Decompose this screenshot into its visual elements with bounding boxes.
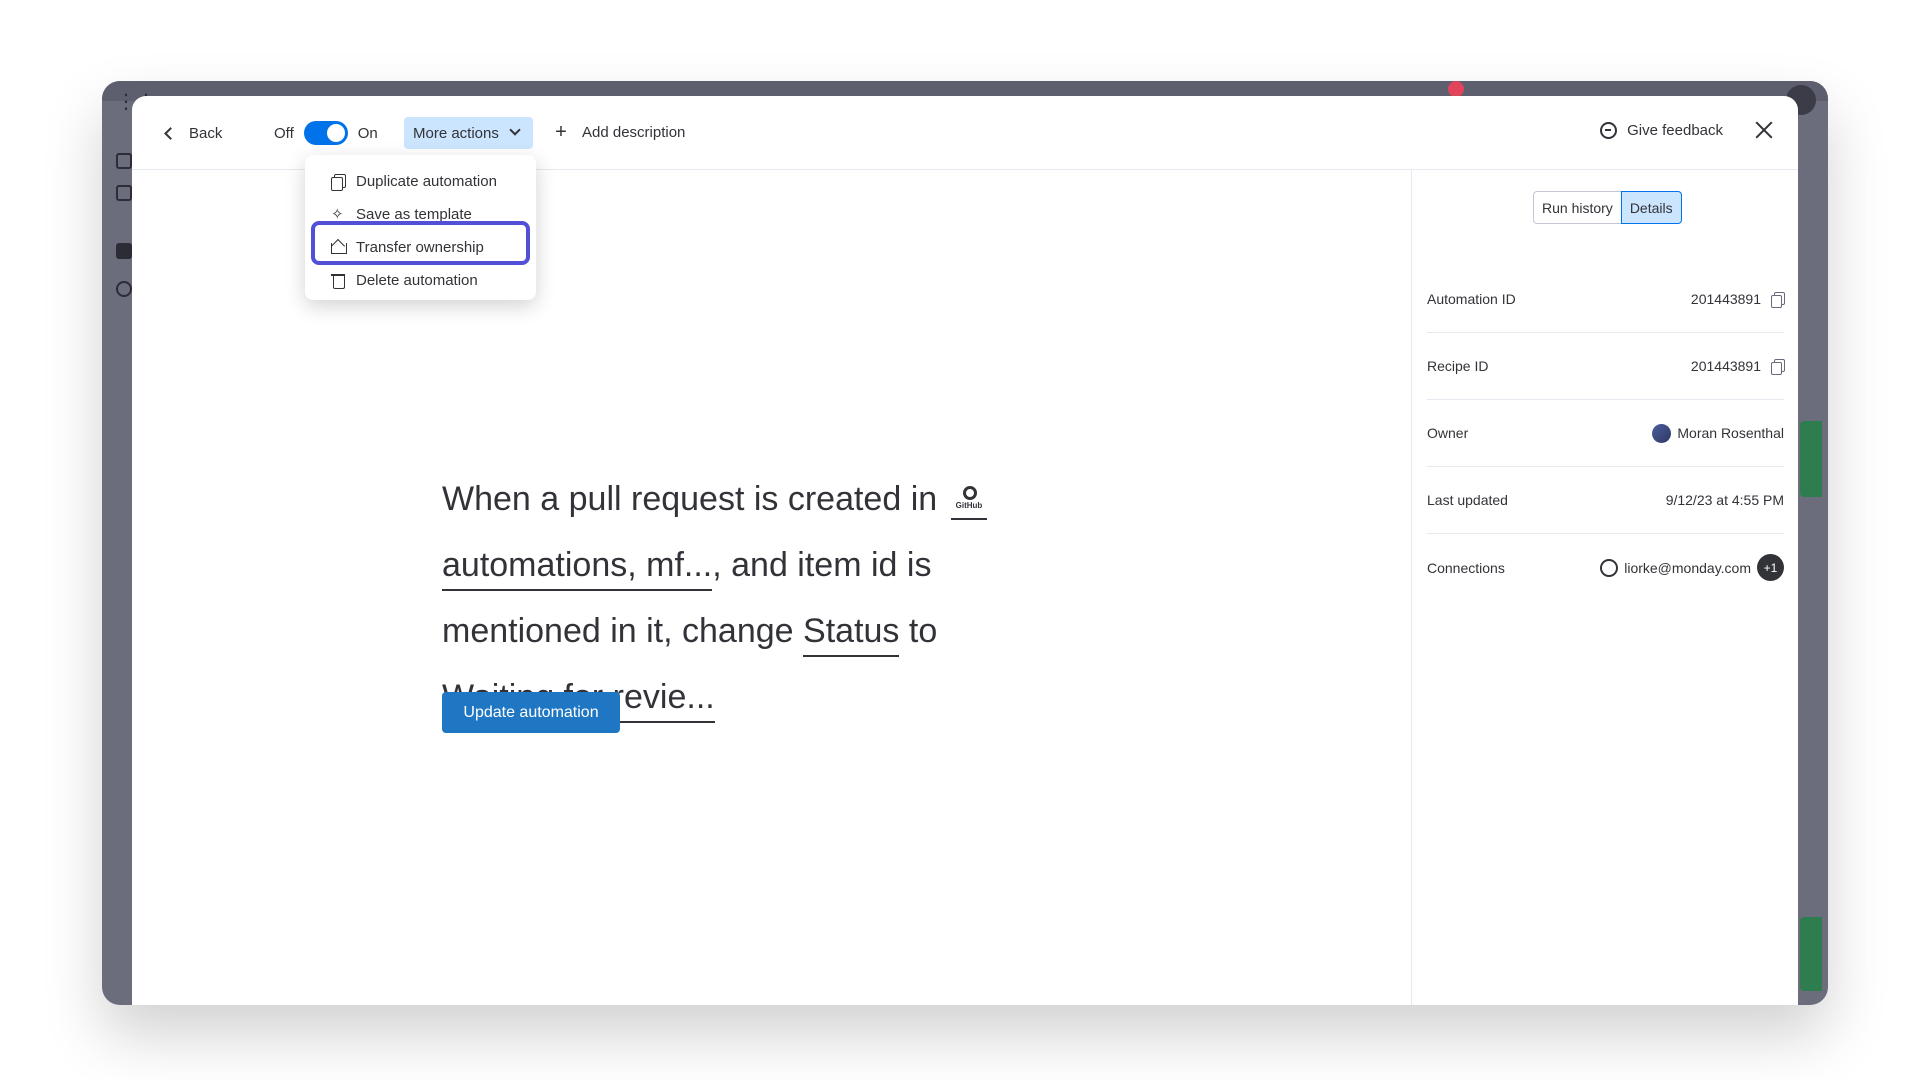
search-icon: [116, 281, 132, 297]
menu-item-duplicate-automation[interactable]: Duplicate automation: [305, 165, 536, 198]
recipe-id-value: 201443891: [1690, 358, 1761, 374]
menu-item-label: Delete automation: [356, 272, 478, 289]
automation-sentence: When a pull request is created in GitHub…: [442, 466, 1002, 730]
menu-item-label: Duplicate automation: [356, 173, 497, 190]
crown-icon: [331, 240, 347, 255]
back-button[interactable]: Back: [162, 122, 222, 144]
row-value-group: liorke@monday.com +1: [1600, 554, 1784, 581]
calendar-icon: [116, 185, 132, 201]
update-automation-button[interactable]: Update automation: [442, 692, 620, 733]
give-feedback-label: Give feedback: [1627, 122, 1723, 139]
back-label: Back: [189, 124, 223, 142]
copy-icon[interactable]: [1771, 292, 1785, 308]
sentence-text: mentioned in it, change: [442, 612, 794, 650]
row-value-group: 201443891: [1690, 291, 1785, 308]
sentence-text: When a pull request is created in: [442, 480, 938, 518]
feedback-icon: [1600, 122, 1618, 139]
row-value-group: Moran Rosenthal: [1652, 423, 1784, 443]
connections-row: Connections liorke@monday.com +1: [1427, 534, 1784, 601]
sentence-text: , and item id is: [712, 546, 932, 584]
plus-icon: +: [555, 121, 567, 143]
workspace-icon: [116, 243, 132, 259]
duplicate-icon: [331, 174, 346, 191]
row-label: Recipe ID: [1427, 358, 1489, 374]
chevron-down-icon: [509, 124, 521, 136]
more-actions-label: More actions: [413, 124, 499, 142]
automation-id-row: Automation ID 201443891: [1427, 266, 1785, 333]
menu-item-label: Save as template: [356, 206, 472, 223]
add-description-label: Add description: [582, 123, 686, 141]
automation-id-value: 201443891: [1690, 291, 1761, 307]
tab-details[interactable]: Details: [1620, 191, 1682, 224]
automation-toggle[interactable]: [303, 121, 348, 145]
github-logo-text: GitHub: [955, 501, 983, 510]
trash-icon: [331, 273, 345, 289]
row-label: Owner: [1427, 425, 1469, 441]
owner-name[interactable]: Moran Rosenthal: [1677, 425, 1784, 441]
row-value-group: 201443891: [1690, 358, 1785, 375]
more-actions-button[interactable]: More actions: [404, 117, 533, 149]
menu-item-delete-automation[interactable]: Delete automation: [305, 264, 536, 297]
more-connections-badge[interactable]: +1: [1757, 554, 1784, 581]
details-panel: Run history Details Automation ID 201443…: [1411, 170, 1798, 1005]
github-integration-token[interactable]: GitHub: [950, 476, 987, 520]
panel-tabs: Run history Details: [1533, 191, 1682, 224]
row-label: Connections: [1427, 559, 1505, 576]
menu-item-label: Transfer ownership: [356, 239, 484, 256]
notification-badge: [1448, 81, 1464, 97]
add-description-button[interactable]: + Add description: [554, 122, 685, 142]
github-logo-icon: [962, 486, 977, 500]
last-updated-row: Last updated 9/12/23 at 4:55 PM: [1427, 467, 1784, 534]
chevron-left-icon: [164, 126, 177, 140]
automation-toggle-group: Off On: [274, 121, 378, 145]
sentence-text: to: [908, 612, 938, 650]
home-icon: [116, 153, 132, 169]
github-icon: [1600, 558, 1619, 577]
repository-token[interactable]: automations, mf...: [442, 541, 713, 591]
status-column-token[interactable]: Status: [803, 607, 900, 657]
give-feedback-button[interactable]: Give feedback: [1600, 122, 1723, 139]
background-status-cells: [1800, 917, 1822, 991]
row-label: Automation ID: [1427, 291, 1516, 307]
background-status-cells: [1800, 421, 1822, 497]
last-updated-value: 9/12/23 at 4:55 PM: [1665, 492, 1784, 508]
connection-account[interactable]: liorke@monday.com: [1624, 560, 1751, 576]
recipe-id-row: Recipe ID 201443891: [1427, 333, 1785, 400]
copy-icon[interactable]: [1771, 359, 1785, 375]
menu-item-transfer-ownership[interactable]: Transfer ownership: [305, 231, 536, 264]
owner-avatar: [1652, 423, 1672, 443]
row-label: Last updated: [1427, 492, 1508, 508]
more-actions-menu: Duplicate automation ✧ Save as template …: [305, 155, 536, 300]
close-icon[interactable]: [1752, 118, 1776, 142]
menu-item-save-as-template[interactable]: ✧ Save as template: [305, 198, 536, 231]
toggle-off-label: Off: [274, 124, 294, 142]
row-value-group: 9/12/23 at 4:55 PM: [1666, 492, 1784, 508]
magic-wand-icon: ✧: [331, 206, 344, 223]
toggle-on-label: On: [357, 124, 378, 142]
toggle-knob: [326, 124, 345, 142]
tab-run-history[interactable]: Run history: [1533, 191, 1621, 224]
owner-row: Owner Moran Rosenthal: [1427, 400, 1784, 467]
automation-modal: Back Off On More actions + Add descripti…: [132, 96, 1798, 1005]
